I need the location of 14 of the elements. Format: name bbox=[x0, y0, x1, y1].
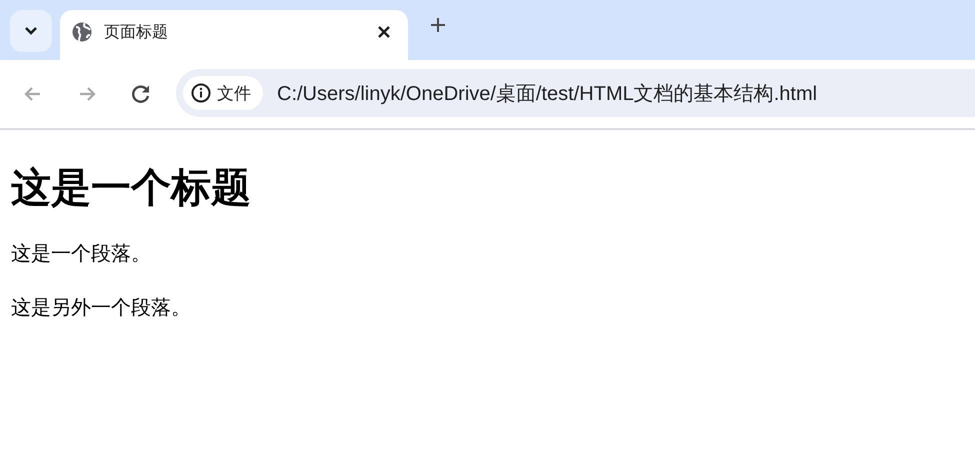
plus-icon bbox=[430, 17, 446, 33]
page-heading: 这是一个标题 bbox=[11, 165, 251, 212]
url-field[interactable]: C:/Users/linyk/OneDrive/桌面/test/HTML文档的基本结构.html bbox=[277, 82, 957, 104]
info-icon bbox=[191, 83, 211, 103]
tab-list-button[interactable] bbox=[10, 10, 52, 52]
chevron-down-icon bbox=[24, 26, 38, 36]
address-bar[interactable]: 文件 C:/Users/linyk/OneDrive/桌面/test/HTML文档的基本结构.html bbox=[176, 69, 975, 117]
close-icon bbox=[377, 25, 391, 39]
browser-tab[interactable]: 页面标题 bbox=[60, 10, 408, 60]
paragraph: 这是一个段落。 bbox=[11, 242, 151, 267]
globe-icon bbox=[72, 22, 92, 42]
site-info-chip[interactable]: 文件 bbox=[183, 76, 263, 110]
tab-title: 页面标题 bbox=[104, 22, 169, 42]
paragraph: 这是另外一个段落。 bbox=[11, 296, 191, 321]
